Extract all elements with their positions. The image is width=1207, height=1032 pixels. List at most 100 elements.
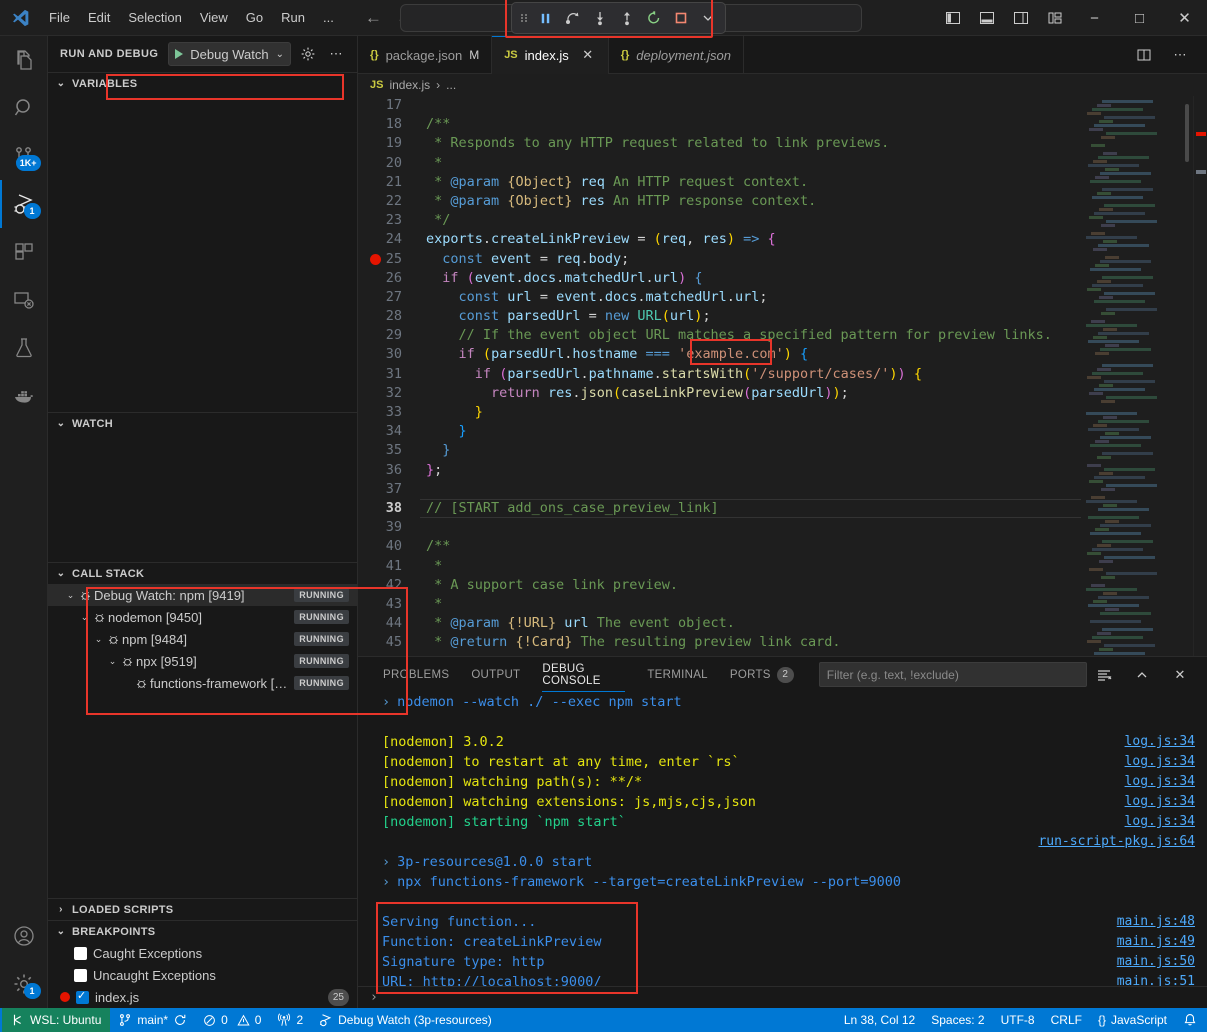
console-source-link[interactable]: log.js:34 [1125, 792, 1195, 812]
arrow-left-icon[interactable]: ← [365, 8, 382, 28]
debug-console-output[interactable]: ›nodemon --watch ./ --exec npm start[nod… [358, 692, 1207, 986]
section-header-variables[interactable]: ⌄ VARIABLES [48, 72, 357, 94]
line-number-gutter[interactable]: 41 [358, 557, 420, 576]
debug-restart-button[interactable] [640, 5, 667, 31]
code-line[interactable]: 44 * @param {!URL} url The event object. [358, 614, 1081, 633]
debug-console-input[interactable]: › [358, 986, 1207, 1008]
toggle-secondary-sidebar-icon[interactable] [1004, 1, 1038, 35]
start-debugging-play-icon[interactable] [175, 49, 183, 59]
clear-console-icon[interactable] [1087, 658, 1121, 692]
code-line[interactable]: 25 const event = req.body; [358, 250, 1081, 269]
window-minimize-button[interactable]: − [1072, 0, 1117, 36]
minimap-slider[interactable] [1185, 104, 1189, 162]
code-line[interactable]: 42 * A support case link preview. [358, 576, 1081, 595]
status-cursor-position[interactable]: Ln 38, Col 12 [836, 1008, 923, 1032]
tab-debug-console[interactable]: DEBUG CONSOLE [531, 657, 636, 692]
tab-output[interactable]: OUTPUT [460, 657, 531, 692]
call-stack-row[interactable]: ⌄ npm [9484] RUNNING [48, 628, 357, 650]
debug-more-button[interactable] [694, 5, 721, 31]
line-number-gutter[interactable]: 39 [358, 518, 420, 537]
line-number-gutter[interactable]: 26 [358, 269, 420, 288]
breakpoint-checkbox[interactable] [74, 947, 87, 960]
line-number-gutter[interactable]: 45 [358, 633, 420, 652]
close-panel-icon[interactable]: ✕ [1163, 658, 1197, 692]
code-line[interactable]: 39 [358, 518, 1081, 537]
code-editor[interactable]: 1718/**19 * Responds to any HTTP request… [358, 96, 1207, 656]
code-line[interactable]: 28 const parsedUrl = new URL(url); [358, 307, 1081, 326]
call-stack-row[interactable]: ⌄ nodemon [9450] RUNNING [48, 606, 357, 628]
split-editor-icon[interactable] [1127, 38, 1161, 72]
debug-stop-button[interactable] [667, 5, 694, 31]
line-number-gutter[interactable]: 31 [358, 365, 420, 384]
line-number-gutter[interactable]: 30 [358, 345, 420, 364]
code-line[interactable]: 45 * @return {!Card} The resulting previ… [358, 633, 1081, 652]
code-line[interactable]: 38// [START add_ons_case_preview_link] [358, 499, 1081, 518]
sidebar-item-remote-explorer[interactable] [0, 276, 48, 324]
console-source-link[interactable]: log.js:34 [1125, 752, 1195, 772]
call-stack-row[interactable]: ⌄ Debug Watch: npm [9419] RUNNING [48, 584, 357, 606]
code-line[interactable]: 31 if (parsedUrl.pathname.startsWith('/s… [358, 365, 1081, 384]
breadcrumb-file[interactable]: index.js [389, 78, 430, 92]
console-source-link[interactable]: log.js:34 [1125, 772, 1195, 792]
console-source-link[interactable]: log.js:34 [1125, 732, 1195, 752]
code-line[interactable]: 33 } [358, 403, 1081, 422]
line-number-gutter[interactable]: 44 [358, 614, 420, 633]
line-number-gutter[interactable]: 25 [358, 250, 420, 269]
code-line[interactable]: 22 * @param {Object} res An HTTP respons… [358, 192, 1081, 211]
status-problems[interactable]: 0 0 [195, 1008, 269, 1032]
accounts-button[interactable] [0, 912, 48, 960]
status-language-mode[interactable]: {} JavaScript [1090, 1008, 1175, 1032]
line-number-gutter[interactable]: 29 [358, 326, 420, 345]
sidebar-item-source-control[interactable]: 1K+ [0, 132, 48, 180]
sidebar-item-search[interactable] [0, 84, 48, 132]
line-number-gutter[interactable]: 19 [358, 134, 420, 153]
line-number-gutter[interactable]: 42 [358, 576, 420, 595]
code-line[interactable]: 26 if (event.docs.matchedUrl.url) { [358, 269, 1081, 288]
debug-step-out-button[interactable] [613, 5, 640, 31]
sidebar-item-explorer[interactable] [0, 36, 48, 84]
chevron-down-icon[interactable]: ⌄ [106, 656, 119, 667]
code-line[interactable]: 43 * [358, 595, 1081, 614]
status-remote-indicator[interactable]: WSL: Ubuntu [2, 1008, 110, 1032]
breakpoint-row-caught-exceptions[interactable]: Caught Exceptions [48, 942, 357, 964]
drag-handle-icon[interactable] [516, 10, 532, 26]
debug-pause-button[interactable] [532, 5, 559, 31]
code-line[interactable]: 32 return res.json(caseLinkPreview(parse… [358, 384, 1081, 403]
code-line[interactable]: 36}; [358, 461, 1081, 480]
status-encoding[interactable]: UTF-8 [993, 1008, 1043, 1032]
minimap[interactable] [1081, 96, 1193, 656]
code-line[interactable]: 19 * Responds to any HTTP request relate… [358, 134, 1081, 153]
code-line[interactable]: 20 * [358, 154, 1081, 173]
tab-package-json[interactable]: {} package.json M [358, 36, 492, 74]
line-number-gutter[interactable]: 18 [358, 115, 420, 134]
manage-gear-icon[interactable]: 1 [0, 960, 48, 1008]
line-number-gutter[interactable]: 43 [358, 595, 420, 614]
line-number-gutter[interactable]: 23 [358, 211, 420, 230]
breakpoint-row-uncaught-exceptions[interactable]: Uncaught Exceptions [48, 964, 357, 986]
status-radio-tower[interactable]: 2 [269, 1008, 311, 1032]
console-source-link[interactable]: main.js:51 [1117, 972, 1195, 986]
open-launch-config-gear-icon[interactable] [297, 43, 319, 65]
code-line[interactable]: 40/** [358, 537, 1081, 556]
call-stack-row[interactable]: functions-framework [954... RUNNING [48, 672, 357, 692]
code-line[interactable]: 17 [358, 96, 1081, 115]
console-source-link[interactable]: log.js:34 [1125, 812, 1195, 832]
line-number-gutter[interactable]: 17 [358, 96, 420, 115]
status-branch[interactable]: main* [110, 1008, 195, 1032]
code-line[interactable]: 24exports.createLinkPreview = (req, res)… [358, 230, 1081, 249]
chevron-down-icon[interactable]: ⌄ [64, 590, 77, 601]
tab-problems[interactable]: PROBLEMS [372, 657, 460, 692]
status-debug-session[interactable]: Debug Watch (3p-resources) [311, 1008, 500, 1032]
close-icon[interactable]: ✕ [580, 47, 596, 63]
menu-file[interactable]: File [40, 6, 79, 29]
line-number-gutter[interactable]: 34 [358, 422, 420, 441]
status-eol[interactable]: CRLF [1043, 1008, 1090, 1032]
line-number-gutter[interactable]: 33 [358, 403, 420, 422]
line-number-gutter[interactable]: 24 [358, 230, 420, 249]
status-notifications[interactable] [1175, 1008, 1205, 1032]
line-number-gutter[interactable]: 40 [358, 537, 420, 556]
console-source-link[interactable]: main.js:49 [1117, 932, 1195, 952]
code-line[interactable]: 18/** [358, 115, 1081, 134]
line-number-gutter[interactable]: 22 [358, 192, 420, 211]
sidebar-more-actions-icon[interactable]: ⋯ [325, 43, 347, 65]
